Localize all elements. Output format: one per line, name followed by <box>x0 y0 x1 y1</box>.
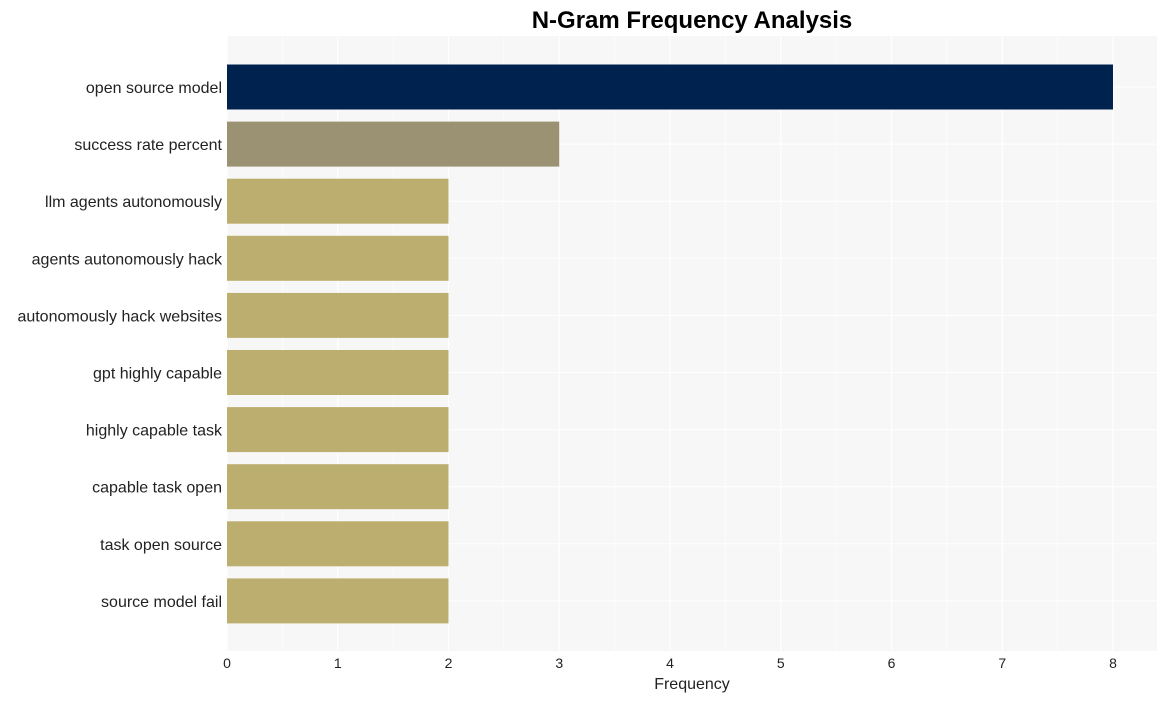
y-tick-labels: open source model success rate percent llm… <box>17 80 223 611</box>
y-tick-label: capable task open <box>92 480 222 497</box>
x-tick-labels: 0 1 2 3 4 5 6 7 8 <box>223 655 1117 671</box>
x-tick-label: 4 <box>666 655 674 671</box>
y-tick-label: llm agents autonomously <box>45 194 222 211</box>
x-tick-label: 3 <box>555 655 563 671</box>
chart-title: N-Gram Frequency Analysis <box>532 7 853 34</box>
bar-success-rate-percent <box>227 121 560 167</box>
y-tick-label: source model fail <box>101 594 222 611</box>
y-tick-label: gpt highly capable <box>93 366 222 383</box>
x-tick-label: 7 <box>998 655 1006 671</box>
x-tick-label: 1 <box>334 655 342 671</box>
x-tick-label: 2 <box>445 655 453 671</box>
y-tick-label: autonomously hack websites <box>17 308 222 325</box>
bar-gpt-highly-capable <box>227 350 449 395</box>
bar-open-source-model <box>227 64 1113 110</box>
x-tick-label: 5 <box>777 655 785 671</box>
bar-autonomously-hack-websites <box>227 292 449 338</box>
y-tick-label: task open source <box>100 537 222 554</box>
x-tick-label: 8 <box>1109 655 1117 671</box>
bar-task-open-source <box>227 521 449 567</box>
bar-capable-task-open <box>227 464 449 510</box>
x-tick-label: 0 <box>223 655 231 671</box>
ngram-bar-chart: open source model success rate percent llm… <box>17 7 1157 693</box>
x-axis-label: Frequency <box>654 676 730 693</box>
y-tick-label: open source model <box>86 80 222 97</box>
x-tick-label: 6 <box>888 655 896 671</box>
bar-llm-agents-autonomously <box>227 178 449 224</box>
y-tick-label: agents autonomously hack <box>32 251 223 268</box>
y-tick-label: highly capable task <box>86 423 223 440</box>
bar-highly-capable-task <box>227 407 449 453</box>
bar-agents-autonomously-hack <box>227 235 449 281</box>
y-tick-label: success rate percent <box>74 137 222 154</box>
bar-source-model-fail <box>227 578 449 624</box>
